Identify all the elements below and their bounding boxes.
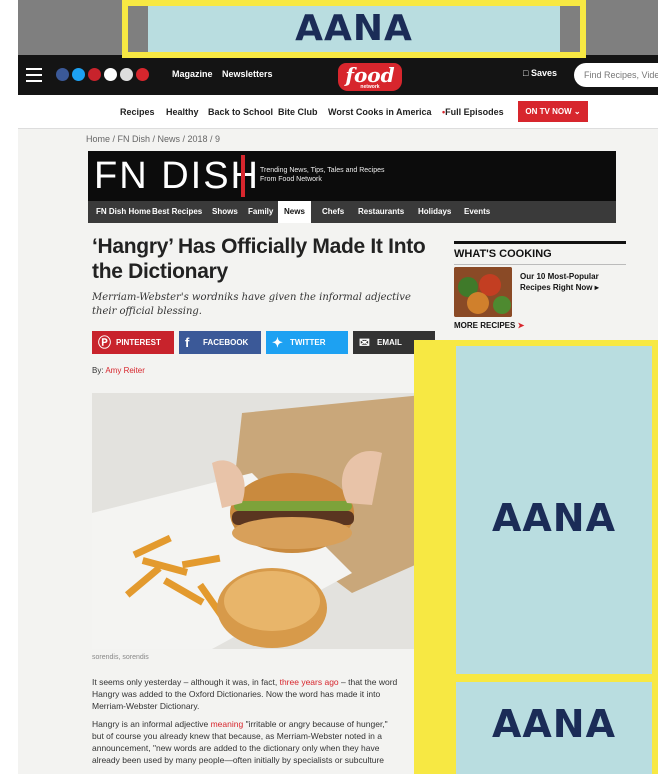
twitter-icon: ✦ <box>272 335 283 350</box>
paragraph-2-line-3: announcement, "new words are added to th… <box>92 743 380 753</box>
youtube-icon[interactable] <box>136 68 149 81</box>
pinterest-icon: Ⓟ <box>98 335 112 350</box>
fn-nav-shows[interactable]: Shows <box>212 207 238 216</box>
tagline-line-2: From Food Network <box>260 176 322 183</box>
fn-nav-chefs[interactable]: Chefs <box>322 207 344 216</box>
sidebar-whats-cooking: WHAT'S COOKING Our 10 Most-Popular Recip… <box>454 241 626 330</box>
tagline-line-1: Trending News, Tips, Tales and Recipes <box>260 167 385 174</box>
fn-dish-nav: FN Dish Home Best Recipes Shows Family N… <box>88 201 616 223</box>
paragraph-2-line-2: but of course you already knew that beca… <box>92 731 382 741</box>
side-ad-panel: AANA <box>456 346 652 674</box>
food-network-logo[interactable]: food network <box>338 63 402 91</box>
divider <box>454 264 626 265</box>
fn-nav-events[interactable]: Events <box>464 207 490 216</box>
twitter-icon[interactable] <box>72 68 85 81</box>
snapchat-icon[interactable] <box>120 68 133 81</box>
breadcrumb[interactable]: Home / FN Dish / News / 2018 / 9 <box>86 134 220 144</box>
fn-nav-best-recipes[interactable]: Best Recipes <box>152 207 202 216</box>
subnav-full-episodes[interactable]: •Full Episodes <box>442 107 504 117</box>
top-banner-ad[interactable]: AANA <box>122 0 586 58</box>
fn-nav-family[interactable]: Family <box>248 207 273 216</box>
browser-viewport: Magazine Newsletters food network □ Save… <box>18 0 658 774</box>
more-recipes-label: MORE RECIPES <box>454 321 516 330</box>
sub-navigation: Recipes Healthy Back to School Bite Club… <box>18 95 658 129</box>
logo-subtext: network <box>360 84 380 90</box>
aana-logo: AANA <box>491 496 617 540</box>
para2-text-b: "irritable or angry because of hunger," <box>243 719 388 729</box>
pinterest-label: PINTEREST <box>116 338 161 347</box>
facebook-label: FACEBOOK <box>203 338 249 347</box>
fork-icon <box>241 155 245 197</box>
on-tv-now-button[interactable]: ON TV NOW ⌄ <box>518 101 588 122</box>
paragraph-1-line-2: Hangry was added to the Oxford Dictionar… <box>92 689 381 699</box>
fn-nav-news[interactable]: News <box>278 201 311 223</box>
facebook-icon[interactable] <box>56 68 69 81</box>
aana-logo: AANA <box>295 8 413 49</box>
pinterest-icon[interactable] <box>88 68 101 81</box>
recipe-thumbnail[interactable] <box>454 267 512 317</box>
article-headline: ‘Hangry’ Has Officially Made It Into the… <box>92 235 426 283</box>
subnav-recipes[interactable]: Recipes <box>120 107 155 117</box>
side-ad-secondary[interactable]: AANA <box>414 676 658 774</box>
peppers-image <box>454 267 512 317</box>
ad-edge-left <box>128 6 148 52</box>
twitter-label: TWITTER <box>290 338 326 347</box>
newsletters-link[interactable]: Newsletters <box>222 69 273 79</box>
menu-icon[interactable] <box>26 68 42 82</box>
magazine-link[interactable]: Magazine <box>172 69 213 79</box>
facebook-share-button[interactable]: f FACEBOOK <box>179 331 261 354</box>
subnav-healthy[interactable]: Healthy <box>166 107 199 117</box>
chevron-down-icon: ⌄ <box>573 107 581 116</box>
paragraph-2-line-4: already been used by many people—often i… <box>92 755 384 765</box>
saves-label: Saves <box>530 68 557 78</box>
para2-text-a: Hangry is an informal adjective <box>92 719 211 729</box>
subnav-back-to-school[interactable]: Back to School <box>208 107 273 117</box>
site-header: Magazine Newsletters food network □ Save… <box>18 55 658 95</box>
full-episodes-label: Full Episodes <box>445 107 504 117</box>
instagram-icon[interactable] <box>104 68 117 81</box>
fn-dish-tagline: Trending News, Tips, Tales and Recipes F… <box>260 166 385 184</box>
paragraph-1-line-1: It seems only yesterday – although it wa… <box>92 676 437 688</box>
three-years-ago-link[interactable]: three years ago <box>280 677 339 687</box>
byline-prefix: By: <box>92 366 104 375</box>
chevron-right-icon: ➤ <box>517 321 525 330</box>
paragraph-1-line-3: Merriam-Webster Dictionary. <box>92 701 200 711</box>
email-label: EMAIL <box>377 338 402 347</box>
byline: By: Amy Reiter <box>92 366 145 375</box>
more-recipes-link[interactable]: MORE RECIPES ➤ <box>454 321 524 330</box>
burger-photo-illustration <box>92 393 442 649</box>
feature-text: Our 10 Most-Popular Recipes Right Now <box>520 272 599 292</box>
saves-button[interactable]: □ Saves <box>523 68 557 78</box>
paragraph-2-line-1: Hangry is an informal adjective meaning … <box>92 718 437 730</box>
para1-text-b: – that the word <box>338 677 398 687</box>
photo-caption: sorendis, sorendis <box>92 654 149 661</box>
article-dek: Merriam-Webster's wordniks have given th… <box>92 292 411 317</box>
side-ad-panel: AANA <box>456 682 652 774</box>
fn-nav-holidays[interactable]: Holidays <box>418 207 451 216</box>
fn-nav-home[interactable]: FN Dish Home <box>96 207 151 216</box>
email-icon: ✉ <box>359 335 370 350</box>
twitter-share-button[interactable]: ✦ TWITTER <box>266 331 348 354</box>
pinterest-share-button[interactable]: Ⓟ PINTEREST <box>92 331 174 354</box>
whats-cooking-heading: WHAT'S COOKING <box>454 241 626 260</box>
bookmark-icon: □ <box>523 68 529 78</box>
social-links <box>56 68 149 81</box>
meaning-link[interactable]: meaning <box>211 719 244 729</box>
subnav-bite-club[interactable]: Bite Club <box>278 107 318 117</box>
recipes-feature-link[interactable]: Our 10 Most-Popular Recipes Right Now ▸ <box>520 271 620 293</box>
author-link[interactable]: Amy Reiter <box>105 366 145 375</box>
para1-text-a: It seems only yesterday – although it wa… <box>92 677 280 687</box>
fn-dish-logo[interactable]: FN DISH <box>94 155 260 197</box>
side-ad-primary[interactable]: AANA <box>414 340 658 680</box>
facebook-icon: f <box>185 335 190 350</box>
fn-dish-banner: FN DISH Trending News, Tips, Tales and R… <box>88 151 616 201</box>
arrow-right-icon: ▸ <box>594 283 599 292</box>
search-input[interactable]: Find Recipes, Video <box>574 63 658 87</box>
subnav-worst-cooks[interactable]: Worst Cooks in America <box>328 107 432 117</box>
fn-nav-restaurants[interactable]: Restaurants <box>358 207 404 216</box>
aana-logo: AANA <box>491 702 617 746</box>
on-tv-now-label: ON TV NOW <box>525 107 572 116</box>
ad-edge-right <box>560 6 580 52</box>
article-photo <box>92 393 442 649</box>
